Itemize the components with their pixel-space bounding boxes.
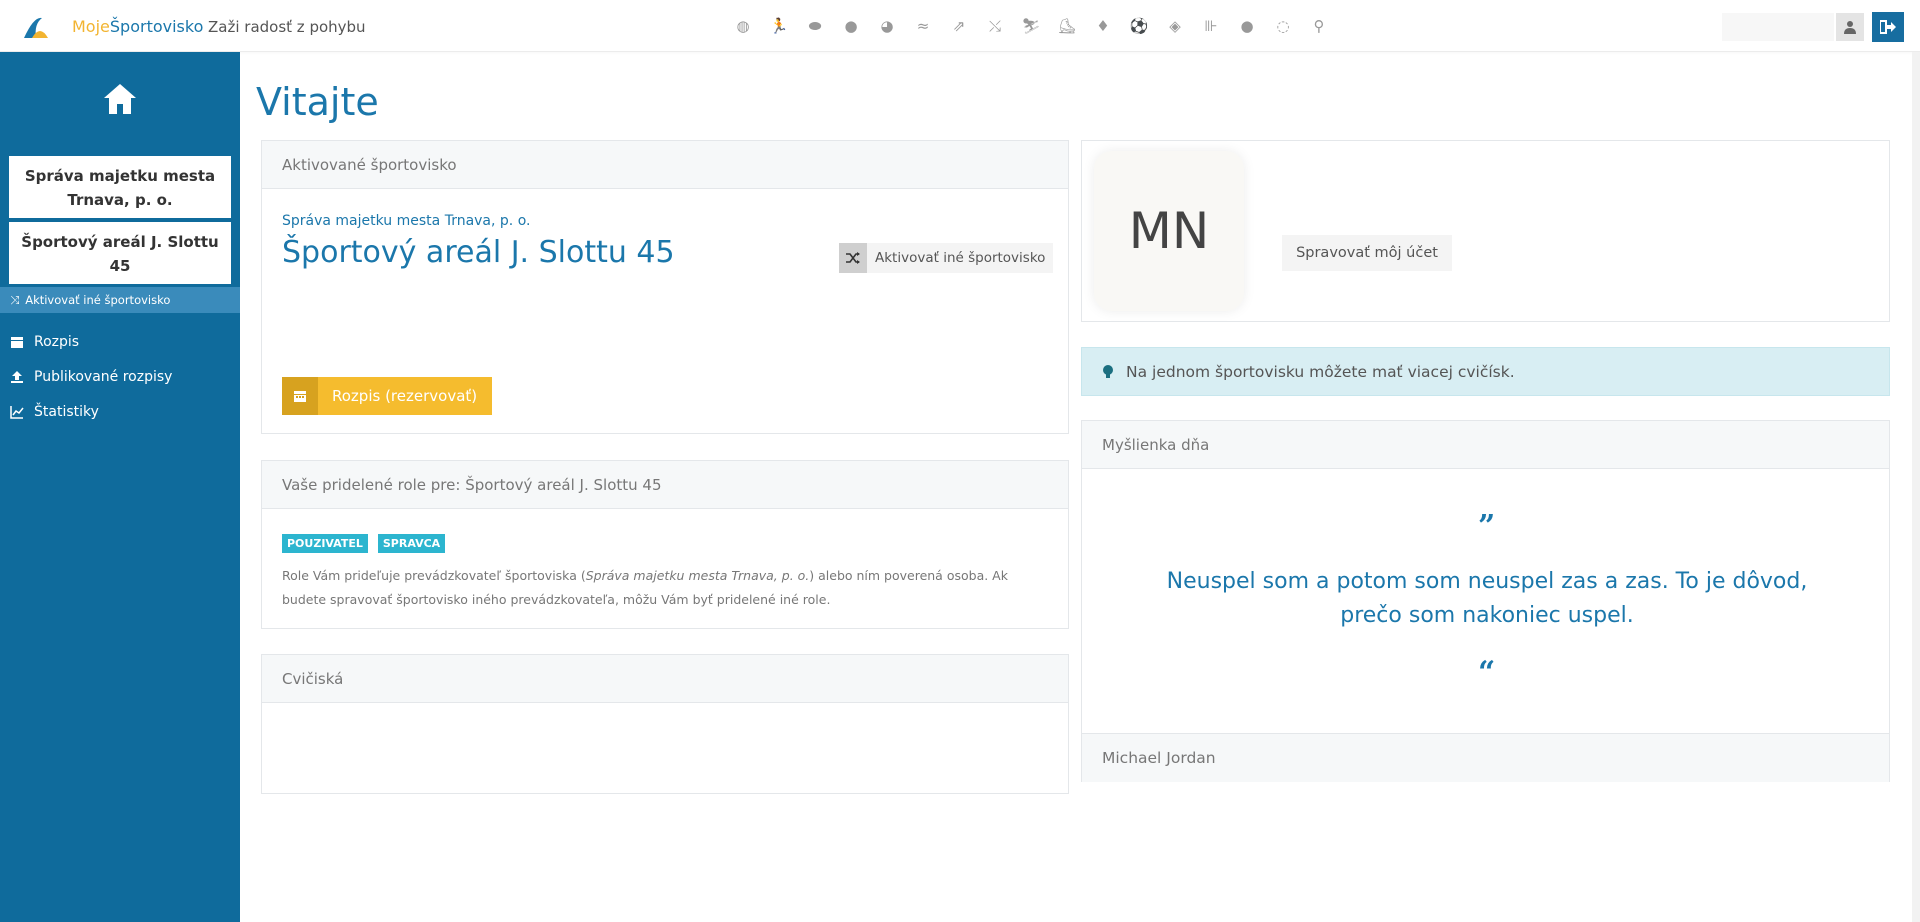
skiing-icon[interactable]: ⛷ xyxy=(1020,15,1042,37)
role-badge: POUZIVATEL xyxy=(282,534,368,553)
sidebar-item-stats[interactable]: Štatistiky xyxy=(0,394,240,429)
sidebar-venue-card[interactable]: Športový areál J. Slottu 45 xyxy=(9,222,231,284)
lightbulb-icon[interactable]: ♦ xyxy=(1092,15,1114,37)
activated-venue-panel: Aktivované športovisko Správa majetku me… xyxy=(261,140,1069,434)
venue-name: Športový areál J. Slottu 45 xyxy=(282,235,675,270)
sidebar-item-label: Štatistiky xyxy=(34,403,99,420)
sport-icons-bar: ◍ 🏃 ⬬ ● ◕ ≈ ⇗ ⤯ ⛷ ⛸ ♦ ⚽ ◈ ⊪ ● ◌ ⚲ xyxy=(732,15,1330,37)
rugby-icon[interactable]: ◈ xyxy=(1164,15,1186,37)
logo-icon[interactable] xyxy=(20,14,50,40)
panel-heading: Aktivované športovisko xyxy=(262,141,1068,189)
sidebar-org-card[interactable]: Správa majetku mesta Trnava, p. o. xyxy=(9,156,231,218)
swimming-icon[interactable]: ≈ xyxy=(912,15,934,37)
shuffle-icon xyxy=(839,243,867,273)
quote-text: Neuspel som a potom som neuspel zas a za… xyxy=(1166,569,1808,628)
tip-text: Na jednom športovisku môžete mať viacej … xyxy=(1126,362,1515,381)
page-title: Vitajte xyxy=(256,80,379,124)
roles-description: Role Vám prideľuje prevádzkovateľ športo… xyxy=(282,568,1008,607)
panel-heading: Cvičiská xyxy=(262,655,1068,703)
brand-name[interactable]: MojeŠportovisko xyxy=(72,17,203,36)
quote-author: Michael Jordan xyxy=(1082,733,1889,782)
tennis-icon[interactable]: ◌ xyxy=(1272,15,1294,37)
quote-body: ” Neuspel som a potom som neuspel zas a … xyxy=(1082,469,1889,733)
book-schedule-label: Rozpis (rezervovať) xyxy=(318,377,492,415)
tagline: Zaži radosť z pohybu xyxy=(208,18,366,36)
quote-panel: Myšlienka dňa ” Neuspel som a potom som … xyxy=(1081,420,1890,782)
logout-icon[interactable] xyxy=(1872,12,1904,42)
soccer-icon[interactable]: ⚽ xyxy=(1128,15,1150,37)
upload-icon xyxy=(11,370,23,383)
roles-panel: Vaše pridelené role pre: Športový areál … xyxy=(261,460,1069,629)
sidebar-item-published[interactable]: Publikované rozpisy xyxy=(0,359,240,394)
ball2-icon[interactable]: ● xyxy=(1236,15,1258,37)
skating-icon[interactable]: ⛸ xyxy=(1056,15,1078,37)
sidebar: Správa majetku mesta Trnava, p. o. Šport… xyxy=(0,52,240,922)
manage-account-button[interactable]: Spravovať môj účet xyxy=(1282,235,1452,271)
cycling-icon[interactable]: ⚲ xyxy=(1308,15,1330,37)
book-schedule-button[interactable]: Rozpis (rezervovať) xyxy=(282,377,492,415)
sidebar-item-rozpis[interactable]: Rozpis xyxy=(0,324,240,359)
role-badge: SPRAVCA xyxy=(377,534,446,553)
sidebar-item-label: Rozpis xyxy=(34,333,80,350)
close-quote-icon: “ xyxy=(1478,655,1496,690)
switch-venue-label: Aktivovať iné športovisko xyxy=(25,293,171,307)
calendar-icon xyxy=(11,336,23,348)
calendar-icon xyxy=(282,377,318,415)
avatar[interactable]: MN xyxy=(1094,151,1244,311)
home-icon[interactable] xyxy=(102,82,138,116)
gyms-panel: Cvičiská xyxy=(261,654,1069,794)
volleyball-icon[interactable]: ◍ xyxy=(732,15,754,37)
switch-venue-link[interactable]: ⤨ Aktivovať iné športovisko xyxy=(0,287,240,313)
running-icon[interactable]: 🏃 xyxy=(768,15,790,37)
shuffle-icon: ⤨ xyxy=(10,292,20,307)
basketball-icon[interactable]: ● xyxy=(840,15,862,37)
activate-other-venue-button[interactable]: Aktivovať iné športovisko xyxy=(839,243,1054,273)
ball-icon[interactable]: ◕ xyxy=(876,15,898,37)
chart-icon xyxy=(10,405,24,419)
panel-heading: Vaše pridelené role pre: Športový areál … xyxy=(262,461,1068,509)
lightbulb-icon xyxy=(1103,364,1113,378)
athletics-icon[interactable]: ⤯ xyxy=(984,15,1006,37)
tip-alert: Na jednom športovisku môžete mať viacej … xyxy=(1081,347,1890,396)
search-input[interactable] xyxy=(1722,13,1834,41)
fitness-icon[interactable]: ⊪ xyxy=(1200,15,1222,37)
top-bar: MojeŠportovisko Zaži radosť z pohybu ◍ 🏃… xyxy=(0,0,1920,52)
hockey-puck-icon[interactable]: ⬬ xyxy=(804,15,826,37)
sprint-icon[interactable]: ⇗ xyxy=(948,15,970,37)
account-panel: MN Spravovať môj účet xyxy=(1081,140,1890,322)
user-icon[interactable] xyxy=(1836,13,1864,41)
role-badges: POUZIVATEL SPRAVCA xyxy=(282,534,446,553)
open-quote-icon: ” xyxy=(1478,509,1496,544)
panel-heading: Myšlienka dňa xyxy=(1082,421,1889,469)
sidebar-nav: Rozpis Publikované rozpisy Štatistiky xyxy=(0,324,240,429)
sidebar-item-label: Publikované rozpisy xyxy=(34,368,173,385)
org-link[interactable]: Správa majetku mesta Trnava, p. o. xyxy=(282,213,530,229)
activate-other-label: Aktivovať iné športovisko xyxy=(875,250,1046,266)
scrollbar[interactable] xyxy=(1912,52,1920,922)
